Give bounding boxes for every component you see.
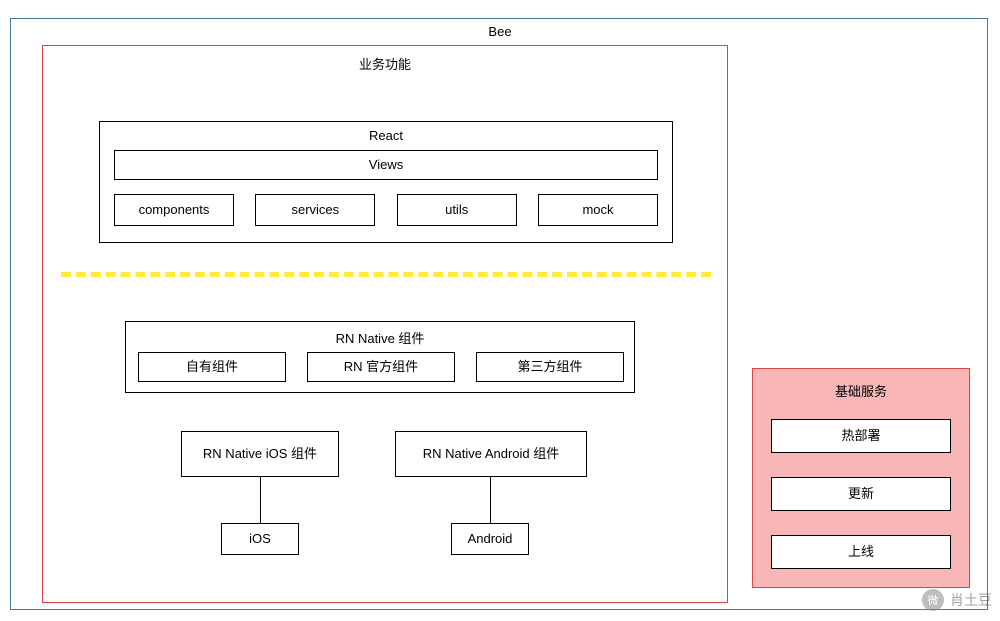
android-box: Android bbox=[451, 523, 529, 555]
service-item-online: 上线 bbox=[771, 535, 951, 569]
rn-native-row: 自有组件 RN 官方组件 第三方组件 bbox=[138, 352, 624, 382]
service-item-hotdeploy: 热部署 bbox=[771, 419, 951, 453]
service-item-update: 更新 bbox=[771, 477, 951, 511]
services-title: 基础服务 bbox=[753, 381, 969, 400]
watermark-text: 肖土豆 bbox=[950, 590, 992, 610]
rn-native-item-official: RN 官方组件 bbox=[307, 352, 455, 382]
connector-android bbox=[490, 477, 491, 523]
watermark: 微 肖土豆 bbox=[922, 589, 992, 611]
react-item-services: services bbox=[255, 194, 375, 226]
rn-native-title: RN Native 组件 bbox=[126, 328, 634, 347]
rn-android-box: RN Native Android 组件 bbox=[395, 431, 587, 477]
dashed-divider bbox=[61, 272, 711, 277]
react-item-components: components bbox=[114, 194, 234, 226]
react-box: React Views components services utils mo… bbox=[99, 121, 673, 243]
rn-native-item-thirdparty: 第三方组件 bbox=[476, 352, 624, 382]
diagram-title: Bee bbox=[0, 24, 1000, 39]
watermark-logo-icon: 微 bbox=[922, 589, 944, 611]
views-box: Views bbox=[114, 150, 658, 180]
react-title: React bbox=[100, 128, 672, 143]
react-item-mock: mock bbox=[538, 194, 658, 226]
connector-ios bbox=[260, 477, 261, 523]
rn-ios-box: RN Native iOS 组件 bbox=[181, 431, 339, 477]
rn-native-item-own: 自有组件 bbox=[138, 352, 286, 382]
business-container: 业务功能 React Views components services uti… bbox=[42, 45, 728, 603]
react-row: components services utils mock bbox=[114, 194, 658, 226]
services-container: 基础服务 热部署 更新 上线 bbox=[752, 368, 970, 588]
ios-box: iOS bbox=[221, 523, 299, 555]
react-item-utils: utils bbox=[397, 194, 517, 226]
business-title: 业务功能 bbox=[43, 54, 727, 73]
rn-native-box: RN Native 组件 自有组件 RN 官方组件 第三方组件 bbox=[125, 321, 635, 393]
